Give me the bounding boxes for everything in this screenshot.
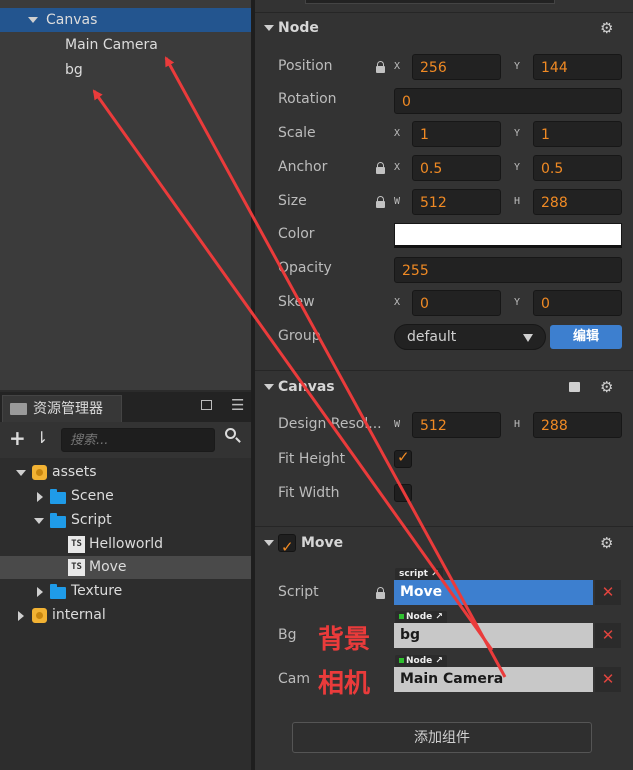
bg-arrow xyxy=(92,89,494,651)
annotation-arrows xyxy=(92,56,507,678)
camera-arrow xyxy=(164,56,507,678)
